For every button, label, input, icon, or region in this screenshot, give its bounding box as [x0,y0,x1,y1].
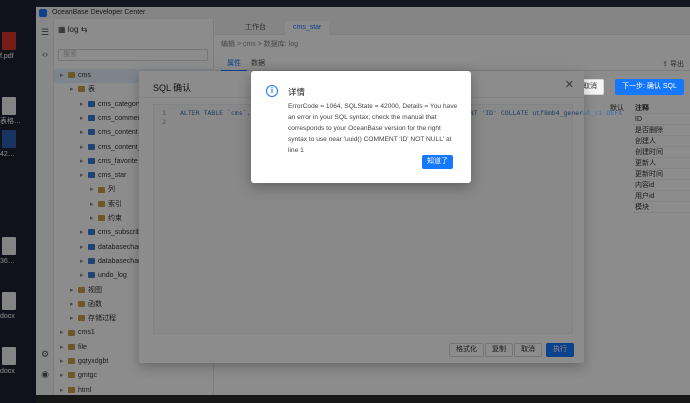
info-icon: i [266,85,278,97]
error-message: ErrorCode = 1064, SQLState = 42000, Deta… [288,103,458,154]
got-it-button[interactable]: 知道了 [422,155,453,169]
error-detail-dialog: i 详情 ErrorCode = 1064, SQLState = 42000,… [251,71,471,183]
next-confirm-sql-button[interactable]: 下一步: 确认 SQL [615,79,684,95]
dialog-title: 详情 [288,87,306,97]
